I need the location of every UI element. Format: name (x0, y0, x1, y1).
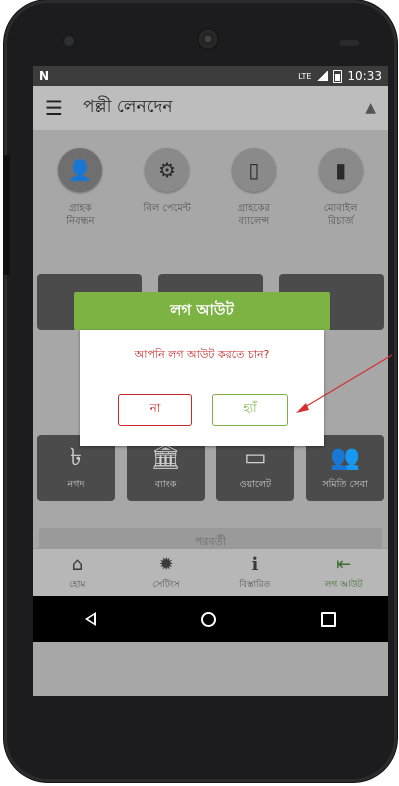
wallet-icon: ▭ (243, 442, 267, 471)
volume-button (4, 155, 10, 275)
dialog-title: লগ আউট (74, 292, 330, 330)
sensor (339, 40, 359, 46)
info-icon: i (251, 553, 259, 575)
bank-icon: 🏛 (150, 442, 181, 471)
front-camera (64, 36, 74, 46)
back-icon[interactable] (85, 612, 97, 626)
service-customer-balance[interactable]: ▯ গ্রাহকের ব্যালেন্স (214, 148, 294, 228)
battery-icon (333, 69, 343, 83)
app-title: পল্লী লেনদেন (83, 97, 173, 117)
hamburger-icon[interactable]: ☰ (45, 96, 71, 120)
logout-dialog: লগ আউট আপনি লগ আউট করতে চান? না হ্যাঁ (74, 292, 330, 446)
app-bar: ☰ পল্লী লেনদেন ▲ (33, 86, 388, 130)
network-type: LTE (298, 71, 312, 81)
bell-icon[interactable]: ▲ (365, 100, 376, 116)
taka-icon: ৳ (70, 442, 82, 471)
home-icon: ⌂ (71, 553, 84, 575)
settings-icon: ✹ (158, 553, 174, 575)
signal-icon (316, 71, 329, 81)
recent-apps-icon[interactable] (320, 611, 336, 627)
status-bar: N LTE 10:33 (33, 66, 388, 86)
service-bill-payment[interactable]: ⚙ বিল পেমেন্ট (127, 148, 207, 228)
mobile-recharge-icon: ▮ (318, 148, 363, 192)
system-nav-bar (33, 596, 388, 642)
bill-payment-icon: ⚙ (145, 148, 190, 192)
notification-n-icon: N (39, 69, 50, 83)
group-icon: 👥 (330, 442, 360, 471)
service-customer-registration[interactable]: 👤 গ্রাহক নিবন্ধন (40, 148, 120, 228)
earpiece (197, 28, 219, 50)
tab-details[interactable]: i বিস্তারিত (215, 553, 295, 592)
yes-button[interactable]: হ্যাঁ (212, 394, 288, 426)
services-grid: 👤 গ্রাহক নিবন্ধন ⚙ বিল পেমেন্ট ▯ গ্রাহকের… (37, 148, 384, 228)
no-button[interactable]: না (118, 394, 192, 426)
tab-home[interactable]: ⌂ হোম (37, 553, 117, 592)
service-mobile-recharge[interactable]: ▮ মোবাইল রিচার্জ (301, 148, 381, 228)
home-nav-icon[interactable] (200, 611, 216, 627)
tab-settings[interactable]: ✹ সেটিংস (126, 553, 206, 592)
add-user-icon: 👤 (58, 148, 103, 192)
status-time: 10:33 (347, 69, 382, 83)
dialog-body: আপনি লগ আউট করতে চান? না হ্যাঁ (80, 330, 324, 446)
bottom-tab-bar: ⌂ হোম ✹ সেটিংস i বিস্তারিত ⇤ লগ আউট (33, 548, 388, 597)
balance-icon: ▯ (231, 148, 276, 192)
dialog-message: আপনি লগ আউট করতে চান? (134, 348, 270, 361)
logout-icon: ⇤ (336, 553, 352, 575)
tab-logout[interactable]: ⇤ লগ আউট (304, 553, 384, 592)
